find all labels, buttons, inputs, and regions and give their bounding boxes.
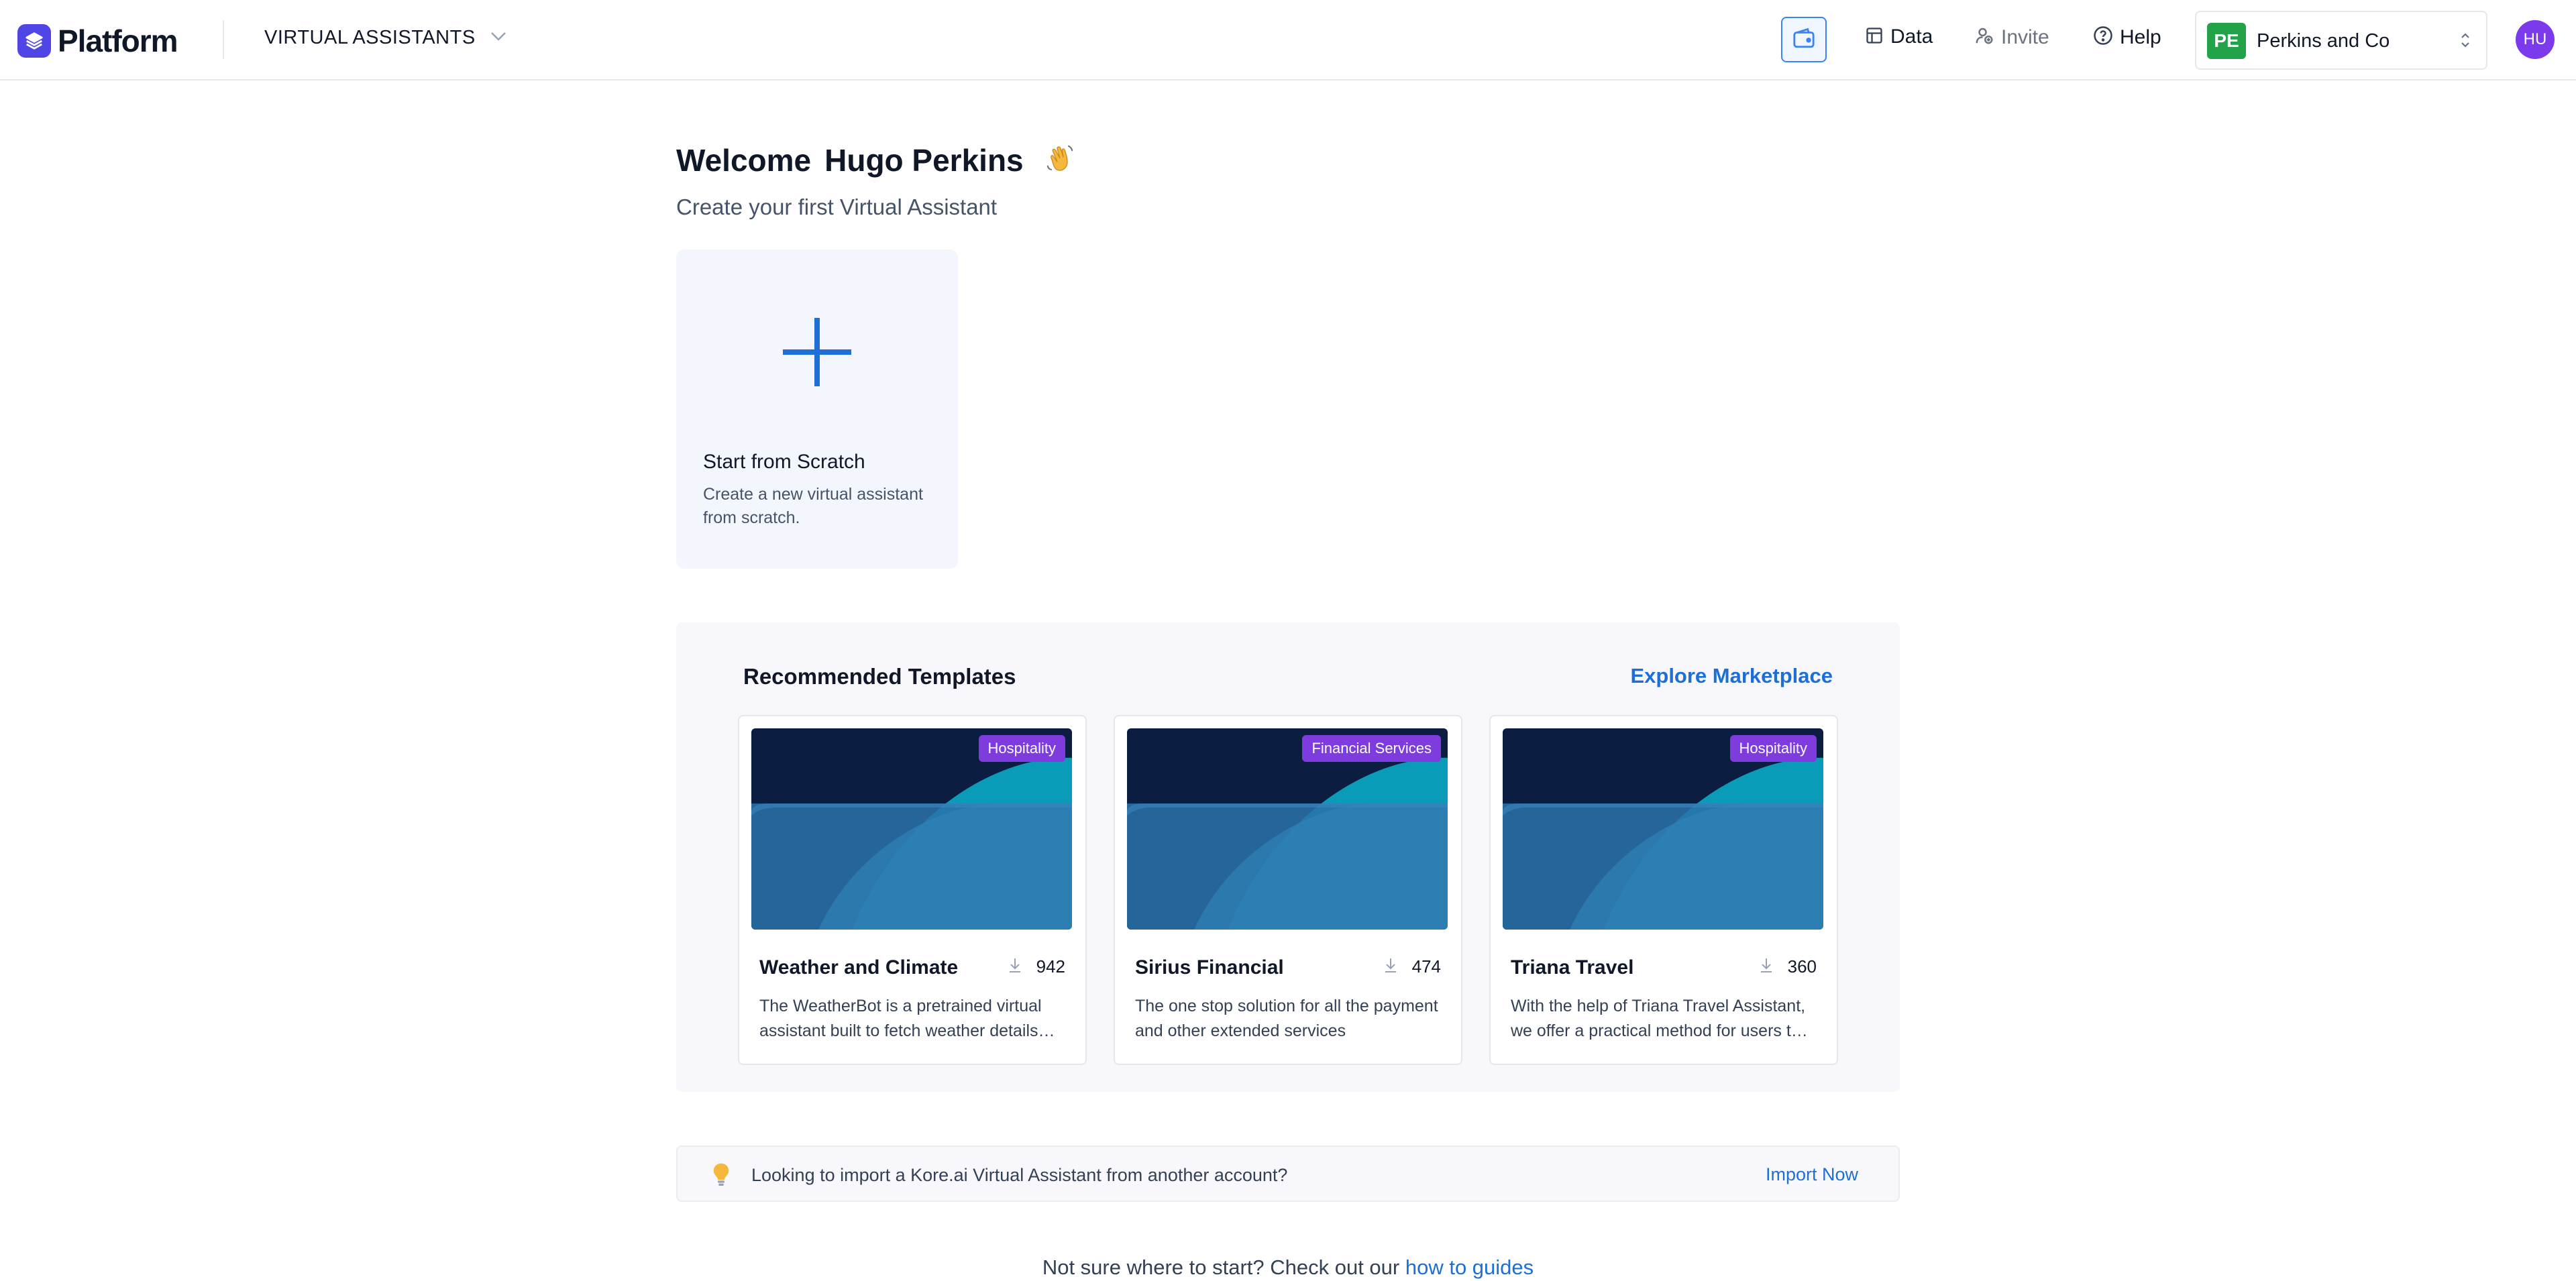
user-plus-icon (1974, 25, 1994, 49)
how-to-guides-link[interactable]: how to guides (1405, 1256, 1534, 1279)
nav-invite-label: Invite (2001, 25, 2049, 48)
template-card-triana[interactable]: Hospitality Triana Travel 360 With the h… (1489, 715, 1838, 1065)
avatar[interactable]: HU (2516, 20, 2555, 59)
help-circle-icon (2093, 25, 2113, 49)
logo-text: Platform (58, 23, 178, 58)
template-card-sirius[interactable]: Financial Services Sirius Financial 474 … (1114, 715, 1462, 1065)
waving-hand-icon (1042, 141, 1077, 179)
scratch-title: Start from Scratch (703, 451, 865, 473)
category-badge: Hospitality (1729, 735, 1817, 762)
wallet-icon (1792, 27, 1815, 52)
template-description: The WeatherBot is a pretrained virtual a… (759, 997, 1042, 1040)
guides-prompt-text: Not sure where to start? Check out our (1042, 1256, 1405, 1279)
template-thumbnail: Financial Services (1127, 728, 1448, 930)
account-initials-badge: PE (2207, 23, 2246, 59)
switcher-label: VIRTUAL ASSISTANTS (264, 27, 476, 48)
plus-icon (782, 317, 853, 391)
download-icon (1008, 957, 1022, 977)
start-from-scratch-card[interactable]: Start from Scratch Create a new virtual … (676, 249, 958, 569)
download-count: 474 (1384, 956, 1441, 977)
nav-data-label: Data (1890, 25, 1933, 48)
top-header: Platform VIRTUAL ASSISTANTS Data Invite … (0, 0, 2576, 80)
welcome-greeting: Welcome (676, 142, 812, 178)
explore-marketplace-link[interactable]: Explore Marketplace (1630, 664, 1833, 688)
table-icon (1865, 26, 1884, 48)
chevron-up-down-icon (2459, 31, 2471, 53)
nav-help-label: Help (2120, 25, 2161, 48)
templates-heading: Recommended Templates (743, 664, 1016, 689)
download-count-value: 474 (1411, 956, 1441, 977)
welcome-user-name: Hugo Perkins (824, 142, 1024, 178)
layers-icon (17, 24, 51, 58)
template-thumbnail: Hospitality (751, 728, 1072, 930)
template-thumbnail: Hospitality (1503, 728, 1823, 930)
nav-help[interactable]: Help (2093, 25, 2161, 49)
download-icon (1384, 957, 1397, 977)
download-count-value: 360 (1787, 956, 1817, 977)
header-divider (223, 20, 224, 59)
lightbulb-icon (711, 1162, 731, 1190)
template-description: With the help of Triana Travel Assistant… (1511, 997, 1806, 1040)
download-count: 360 (1760, 956, 1817, 977)
template-title: Sirius Financial (1135, 956, 1284, 979)
welcome-heading: Welcome Hugo Perkins (676, 141, 1077, 179)
download-count: 942 (1008, 956, 1065, 977)
download-icon (1760, 957, 1773, 977)
nav-data[interactable]: Data (1865, 25, 1933, 48)
download-count-value: 942 (1036, 956, 1065, 977)
guides-prompt: Not sure where to start? Check out our h… (676, 1256, 1900, 1280)
template-description: The one stop solution for all the paymen… (1135, 997, 1438, 1040)
category-badge: Hospitality (978, 735, 1065, 762)
welcome-subtitle: Create your first Virtual Assistant (676, 194, 998, 219)
scratch-description: Create a new virtual assistant from scra… (703, 485, 923, 527)
category-badge: Financial Services (1302, 735, 1441, 762)
import-now-link[interactable]: Import Now (1766, 1164, 1858, 1185)
account-name: Perkins and Co (2257, 30, 2390, 52)
chevron-down-icon (490, 32, 506, 44)
wallet-button[interactable] (1781, 17, 1827, 62)
template-title: Triana Travel (1511, 956, 1634, 979)
nav-invite[interactable]: Invite (1974, 25, 2049, 49)
account-switcher[interactable]: PE Perkins and Co (2195, 11, 2487, 70)
platform-logo[interactable]: Platform (17, 23, 178, 59)
recommended-templates-section: Recommended Templates Explore Marketplac… (676, 622, 1900, 1092)
template-title: Weather and Climate (759, 956, 959, 979)
virtual-assistants-switcher[interactable]: VIRTUAL ASSISTANTS (264, 27, 506, 49)
import-banner: Looking to import a Kore.ai Virtual Assi… (676, 1146, 1900, 1202)
template-card-weather[interactable]: Hospitality Weather and Climate 942 The … (738, 715, 1087, 1065)
import-prompt-text: Looking to import a Kore.ai Virtual Assi… (751, 1165, 1288, 1185)
